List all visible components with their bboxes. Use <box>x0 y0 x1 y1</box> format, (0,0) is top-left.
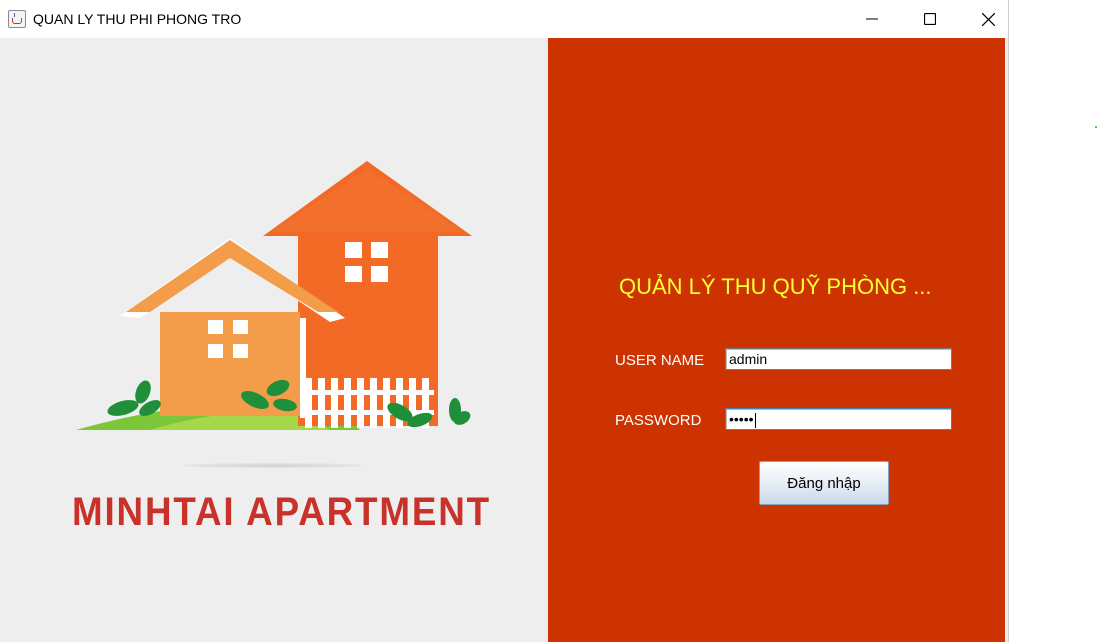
username-label: USER NAME <box>615 352 705 369</box>
logo-shadow <box>183 463 363 468</box>
password-mask: ••••• <box>729 411 754 427</box>
maximize-button[interactable] <box>901 0 959 38</box>
java-cup-icon <box>8 10 26 28</box>
username-value: admin <box>729 351 768 367</box>
window-title: QUAN LY THU PHI PHONG TRO <box>33 11 242 27</box>
login-panel: QUẢN LÝ THU QUỸ PHÒNG ... USER NAME admi… <box>548 38 1005 642</box>
login-heading: QUẢN LÝ THU QUỸ PHÒNG ... <box>619 274 932 299</box>
password-label: PASSWORD <box>615 412 702 429</box>
minimize-icon <box>866 18 878 20</box>
brand-name: MINHTAI APARTMENT <box>72 490 492 534</box>
username-field[interactable]: admin <box>725 348 952 370</box>
minimize-button[interactable] <box>843 0 901 38</box>
login-button[interactable]: Đăng nhập <box>759 461 889 505</box>
house-logo-icon <box>76 161 472 430</box>
close-icon <box>981 12 995 26</box>
close-button[interactable] <box>959 0 1017 38</box>
title-bar[interactable]: QUAN LY THU PHI PHONG TRO <box>0 0 1008 38</box>
text-caret <box>754 412 756 428</box>
password-field[interactable]: ••••• <box>725 408 952 430</box>
desktop-dot <box>1095 126 1097 128</box>
login-window: QUAN LY THU PHI PHONG TRO MINHTAI APARTM… <box>0 0 1009 642</box>
maximize-icon <box>924 13 936 25</box>
